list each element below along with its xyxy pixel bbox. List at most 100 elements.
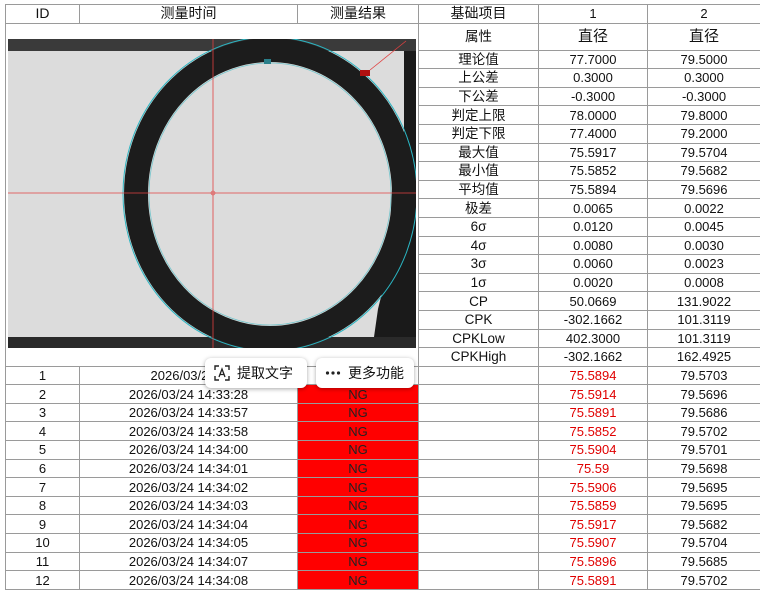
row-blank — [418, 458, 539, 479]
row-time: 2026/03/24 14:34:03 — [79, 495, 298, 516]
row-value-1: 75.5917 — [538, 514, 648, 535]
row-value-1: 75.5891 — [538, 570, 648, 590]
row-id: 11 — [5, 551, 80, 572]
row-value-2: 79.5698 — [647, 458, 760, 479]
stat-label: 下公差 — [418, 86, 539, 107]
row-value-1: 75.5852 — [538, 421, 648, 442]
row-blank — [418, 384, 539, 404]
more-features-label: 更多功能 — [348, 365, 404, 381]
row-blank — [418, 421, 539, 442]
stat-value-2: 直径 — [647, 22, 760, 51]
table-row[interactable]: 8 2026/03/24 14:34:03 NG 75.5859 79.5695 — [5, 495, 760, 516]
row-value-1: 75.5894 — [538, 365, 648, 386]
header-id: ID — [5, 4, 80, 24]
row-blank — [418, 402, 539, 423]
table-row[interactable]: 6 2026/03/24 14:34:01 NG 75.59 79.5698 — [5, 458, 760, 479]
stat-value-2: 79.5682 — [647, 161, 760, 181]
row-value-1: 75.5914 — [538, 384, 648, 404]
row-blank — [418, 533, 539, 553]
stat-value-2: 79.5704 — [647, 142, 760, 163]
row-value-2: 79.5695 — [647, 495, 760, 516]
stat-label: 上公差 — [418, 68, 539, 88]
table-row[interactable]: 10 2026/03/24 14:34:05 NG 75.5907 79.5704 — [5, 533, 760, 553]
row-result: NG — [297, 533, 419, 553]
row-result: NG — [297, 458, 419, 479]
row-value-2: 79.5682 — [647, 514, 760, 535]
stat-label: 判定下限 — [418, 123, 539, 144]
row-blank — [418, 440, 539, 460]
header-time: 测量时间 — [79, 4, 298, 24]
stat-value-2: 101.3119 — [647, 309, 760, 330]
stat-value-1: -302.1662 — [538, 309, 648, 330]
table-row[interactable]: 11 2026/03/24 14:34:07 NG 75.5896 79.5685 — [5, 551, 760, 572]
row-blank — [418, 551, 539, 572]
row-value-2: 79.5685 — [647, 551, 760, 572]
stat-label: CPKLow — [418, 328, 539, 349]
extract-text-button[interactable]: 提取文字 — [205, 358, 307, 388]
row-value-1: 75.5907 — [538, 533, 648, 553]
text-scan-icon — [213, 364, 231, 382]
row-result: NG — [297, 402, 419, 423]
row-blank — [418, 495, 539, 516]
stat-label: 最小值 — [418, 161, 539, 181]
stat-label: 极差 — [418, 198, 539, 218]
stat-label: 属性 — [418, 22, 539, 51]
row-time: 2026/03/24 14:33:57 — [79, 402, 298, 423]
stat-value-1: 50.0669 — [538, 291, 648, 311]
more-features-button[interactable]: 更多功能 — [316, 358, 414, 388]
stat-label: 平均值 — [418, 179, 539, 200]
camera-image — [8, 39, 416, 348]
row-id: 12 — [5, 570, 80, 590]
row-value-1: 75.5904 — [538, 440, 648, 460]
stat-value-1: -302.1662 — [538, 347, 648, 367]
row-id: 6 — [5, 458, 80, 479]
row-time: 2026/03/24 14:34:07 — [79, 551, 298, 572]
row-time: 2026/03/24 14:34:04 — [79, 514, 298, 535]
stat-value-2: 0.0045 — [647, 216, 760, 237]
stat-label: 6σ — [418, 216, 539, 237]
stat-value-1: 0.0060 — [538, 254, 648, 274]
row-value-2: 79.5701 — [647, 440, 760, 460]
row-result: NG — [297, 477, 419, 497]
row-blank — [418, 477, 539, 497]
row-value-2: 79.5695 — [647, 477, 760, 497]
stat-label: CPKHigh — [418, 347, 539, 367]
stat-value-2: 79.2000 — [647, 123, 760, 144]
header-col-2: 2 — [647, 4, 760, 24]
row-id: 8 — [5, 495, 80, 516]
fit-handle — [264, 59, 271, 64]
row-result: NG — [297, 421, 419, 442]
stat-value-1: 77.4000 — [538, 123, 648, 144]
row-value-1: 75.5859 — [538, 495, 648, 516]
stat-label: 理论值 — [418, 49, 539, 70]
header-result: 测量结果 — [297, 4, 419, 24]
stat-value-2: 79.5000 — [647, 49, 760, 70]
stat-value-1: 0.0120 — [538, 216, 648, 237]
table-row[interactable]: 7 2026/03/24 14:34:02 NG 75.5906 79.5695 — [5, 477, 760, 497]
table-row[interactable]: 3 2026/03/24 14:33:57 NG 75.5891 79.5686 — [5, 402, 760, 423]
camera-image-svg — [8, 39, 416, 348]
table-row[interactable]: 12 2026/03/24 14:34:08 NG 75.5891 79.5702 — [5, 570, 760, 590]
row-time: 2026/03/24 14:34:01 — [79, 458, 298, 479]
row-value-2: 79.5702 — [647, 570, 760, 590]
stat-value-2: 131.9022 — [647, 291, 760, 311]
row-result: NG — [297, 570, 419, 590]
table-row[interactable]: 9 2026/03/24 14:34:04 NG 75.5917 79.5682 — [5, 514, 760, 535]
row-blank — [418, 570, 539, 590]
stat-value-1: 75.5894 — [538, 179, 648, 200]
stat-value-2: 79.8000 — [647, 105, 760, 125]
stat-value-1: 77.7000 — [538, 49, 648, 70]
header-row: ID 测量时间 测量结果 基础项目 1 2 — [5, 4, 760, 24]
row-id: 7 — [5, 477, 80, 497]
table-row[interactable]: 5 2026/03/24 14:34:00 NG 75.5904 79.5701 — [5, 440, 760, 460]
stat-value-2: -0.3000 — [647, 86, 760, 107]
row-result: NG — [297, 440, 419, 460]
row-value-2: 79.5704 — [647, 533, 760, 553]
table-row[interactable]: 4 2026/03/24 14:33:58 NG 75.5852 79.5702 — [5, 421, 760, 442]
label-marker — [360, 70, 370, 76]
stat-value-2: 0.0008 — [647, 272, 760, 293]
row-time: 2026/03/24 14:34:08 — [79, 570, 298, 590]
stat-value-2: 162.4925 — [647, 347, 760, 367]
row-value-1: 75.5896 — [538, 551, 648, 572]
stat-label: 判定上限 — [418, 105, 539, 125]
